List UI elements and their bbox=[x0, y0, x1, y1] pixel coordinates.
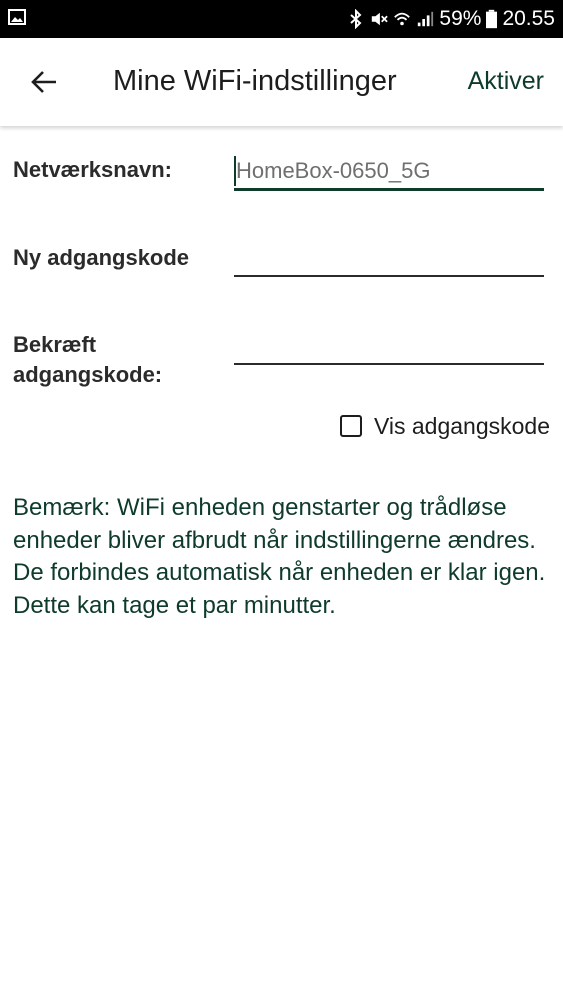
show-password-label: Vis adgangskode bbox=[373, 412, 550, 439]
new-password-underline bbox=[234, 275, 544, 277]
confirm-password-label-line2: adgangskode: bbox=[13, 362, 163, 387]
activate-button[interactable]: Aktiver bbox=[468, 67, 544, 96]
battery-icon bbox=[486, 9, 498, 29]
network-name-input[interactable] bbox=[236, 154, 546, 188]
confirm-password-underline bbox=[234, 363, 544, 365]
app-bar: Mine WiFi-indstillinger Aktiver bbox=[0, 38, 563, 126]
signal-icon bbox=[418, 11, 434, 27]
info-note: Bemærk: WiFi enheden genstarter og trådl… bbox=[13, 494, 546, 619]
battery-percentage: 59% bbox=[439, 7, 482, 30]
back-button[interactable] bbox=[22, 60, 66, 104]
show-password-toggle[interactable]: Vis adgangskode bbox=[339, 410, 550, 442]
status-icons: 59% 20.55 bbox=[347, 0, 555, 38]
network-name-underline bbox=[234, 188, 544, 191]
network-name-label: Netværksnavn: bbox=[13, 157, 172, 182]
show-password-checkbox[interactable] bbox=[339, 415, 362, 437]
text-cursor bbox=[234, 156, 236, 186]
confirm-password-label-line1: Bekræft bbox=[13, 332, 97, 357]
gallery-icon bbox=[8, 9, 26, 25]
new-password-input[interactable] bbox=[234, 240, 544, 274]
mute-icon bbox=[372, 12, 389, 26]
wifi-icon bbox=[394, 12, 411, 26]
confirm-password-input[interactable] bbox=[234, 328, 544, 362]
bluetooth-icon bbox=[350, 9, 362, 29]
new-password-label: Ny adgangskode bbox=[13, 245, 190, 270]
clock: 20.55 bbox=[502, 7, 555, 30]
arrow-left-icon bbox=[31, 71, 56, 93]
status-bar: 59% 20.55 bbox=[0, 0, 563, 38]
page-title: Mine WiFi-indstillinger bbox=[113, 65, 397, 97]
